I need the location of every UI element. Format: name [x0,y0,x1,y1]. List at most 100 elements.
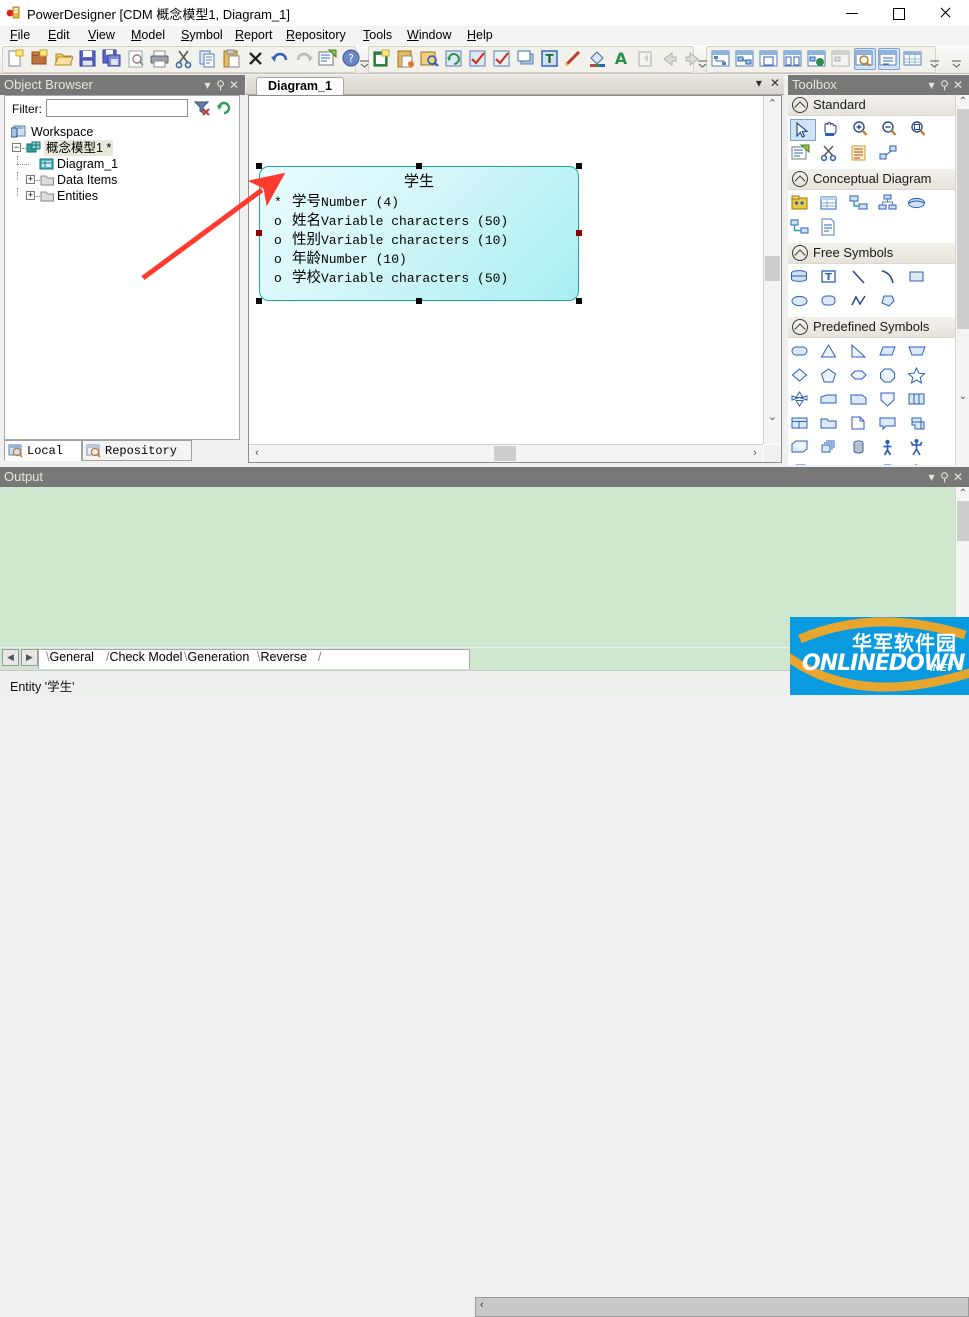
note-icon[interactable] [849,143,875,165]
validate-icon[interactable] [491,48,513,70]
menu-item-edit[interactable]: Edit [41,27,77,44]
save-all-icon[interactable] [101,48,123,70]
diagram-tab-diagram-1[interactable]: Diagram_1 [256,77,344,95]
page-3d-icon[interactable] [790,461,816,465]
tree-expander-expand[interactable]: + [26,191,35,200]
stacked-cube-icon[interactable] [819,437,845,459]
grid-icon[interactable] [902,48,924,70]
zoom-out-icon[interactable] [878,119,904,141]
delete-scissors-icon[interactable] [819,143,845,165]
resize-handle-n[interactable] [416,163,422,169]
diagram-vertical-scrollbar[interactable]: ⌃ ⌄ [763,96,781,444]
tab-list-icon[interactable]: ▾ [756,76,762,90]
minimize-button[interactable] [830,0,876,26]
output-scroll-thumb[interactable] [957,501,969,541]
refresh-icon[interactable] [215,99,233,117]
collapse-icon[interactable]: ‹ [480,1299,484,1311]
text-format-icon[interactable]: T [539,48,561,70]
next-tab-icon[interactable]: ▶ [21,649,38,666]
tree-expander-expand[interactable]: + [26,175,35,184]
print-icon[interactable] [149,48,171,70]
resize-handle-s[interactable] [416,298,422,304]
database-icon[interactable] [849,437,875,459]
output-tab-right-strip[interactable]: ‹ [475,1297,969,1317]
resize-handle-nw[interactable] [256,163,262,169]
chevron-up-icon[interactable] [792,245,808,261]
close-button[interactable] [922,0,968,26]
shield-icon[interactable] [878,389,904,411]
delete-icon[interactable] [245,48,267,70]
output-pin-icon[interactable]: ⚲ [940,467,953,487]
split-view-icon[interactable] [782,48,804,70]
table-row[interactable]: o 姓名 Variable characters (50) [274,212,508,231]
chevrons-icon[interactable] [819,461,845,465]
inheritance-icon[interactable] [878,193,904,215]
delay-icon[interactable] [849,461,875,465]
package-icon[interactable] [790,193,816,215]
toolbox-scroll-thumb[interactable] [957,109,969,329]
zoom-fit-icon[interactable] [907,119,933,141]
ob-close-icon[interactable]: ✕ [229,75,242,95]
export-icon[interactable] [635,48,657,70]
toolbox-group-conceptual-diagram[interactable]: Conceptual Diagram [788,169,955,190]
cylinder-stack-icon[interactable] [790,267,816,289]
fill-color-icon[interactable] [587,48,609,70]
polygon-icon[interactable] [878,291,904,313]
stacked-docs-icon[interactable] [907,413,933,435]
document-icon[interactable] [849,413,875,435]
menu-item-tools[interactable]: Tools [356,27,399,44]
card-icon[interactable] [849,389,875,411]
cut-icon[interactable] [173,48,195,70]
filter-input[interactable] [46,99,188,117]
vertical-scroll-thumb[interactable] [765,256,780,281]
open-icon[interactable] [53,48,75,70]
output-close-icon[interactable]: ✕ [953,467,966,487]
chevron-up-icon[interactable] [792,97,808,113]
find-icon[interactable] [419,48,441,70]
table-row[interactable]: o 年龄 Number (10) [274,250,508,269]
rectangle-icon[interactable] [907,267,933,289]
toolbox-group-standard[interactable]: Standard [788,95,955,116]
toolbox-scrollbar[interactable]: ⌃ ⌄ [955,95,969,465]
redo-icon[interactable] [293,48,315,70]
properties-icon[interactable] [317,48,339,70]
pentagon-icon[interactable] [819,365,845,387]
new-model-icon[interactable] [5,48,27,70]
shadow-icon[interactable] [515,48,537,70]
tree-expander-collapse[interactable]: − [12,143,21,152]
menu-item-repository[interactable]: Repository [279,27,353,44]
menu-item-file[interactable]: File [3,27,37,44]
tree-item-workspace[interactable]: Workspace [7,124,237,140]
open-diagram-icon[interactable] [790,143,816,165]
menu-item-model[interactable]: Model [124,27,172,44]
entity-symbol-student[interactable]: 学生 * 学号 Number (4) o 姓名 Variable charact… [259,166,579,301]
chevron-up-icon[interactable] [792,319,808,335]
dependency-icon[interactable] [710,48,732,70]
ellipse-icon[interactable] [790,291,816,313]
table-row[interactable]: o 性别 Variable characters (10) [274,231,508,250]
clear-filter-icon[interactable] [193,99,211,117]
columns-icon[interactable] [907,389,933,411]
cube-icon[interactable] [790,437,816,459]
rounded-rectangle-icon[interactable] [790,341,816,363]
flag-icon[interactable] [819,389,845,411]
hexagon-flat-icon[interactable] [849,365,875,387]
scroll-left-icon[interactable]: ‹ [249,445,265,462]
scroll-down-icon[interactable]: ⌄ [956,391,969,405]
toolbar-overflow-2[interactable] [698,57,707,68]
output-tab-reverse[interactable]: \Reverse [257,648,307,668]
model-objects-icon[interactable] [734,48,756,70]
menu-item-view[interactable]: View [81,27,122,44]
diagram-canvas[interactable]: 学生 * 学号 Number (4) o 姓名 Variable charact… [249,96,763,444]
toolbar-overflow-4[interactable] [952,57,961,68]
table-icon[interactable] [790,413,816,435]
ob-menu-icon[interactable]: ▾ [203,75,216,95]
new-package-icon[interactable] [29,48,51,70]
zoom-in-icon[interactable] [849,119,875,141]
actor-full-icon[interactable] [907,437,933,459]
actor-icon[interactable] [878,437,904,459]
link-icon[interactable] [878,143,904,165]
resize-handle-sw[interactable] [256,298,262,304]
rounded-rect-icon[interactable] [819,291,845,313]
check-model-icon[interactable] [467,48,489,70]
